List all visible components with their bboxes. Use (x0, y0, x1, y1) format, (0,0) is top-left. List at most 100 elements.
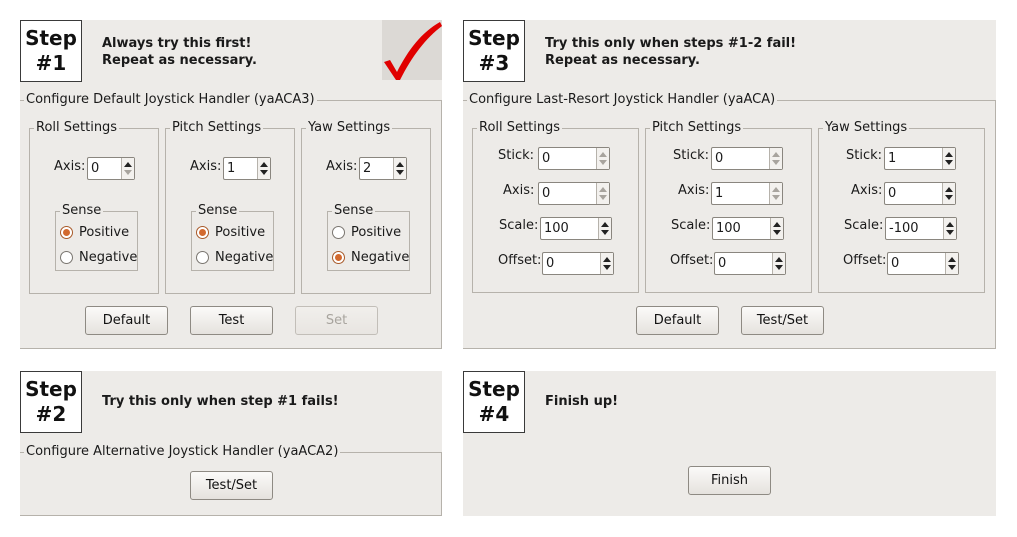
lr-yaw-axis-label: Axis: (851, 183, 883, 198)
lr-testset-button[interactable]: Test/Set (741, 306, 824, 335)
lr-yaw-scale-label: Scale: (844, 218, 884, 233)
roll-axis-spinner[interactable]: 0 (87, 157, 135, 180)
radio-unselected-icon[interactable] (196, 251, 209, 264)
lr-roll-axis-spinner[interactable]: 0 (538, 182, 610, 205)
spinner-arrows[interactable] (945, 253, 958, 274)
lr-default-button[interactable]: Default (636, 306, 719, 335)
pitch-axis-spinner[interactable]: 1 (223, 157, 271, 180)
spin-up-icon[interactable] (601, 222, 609, 227)
pitch-axis-value: 1 (227, 161, 236, 176)
yaw-negative-label: Negative (351, 250, 410, 265)
lr-roll-stick-spinner[interactable]: 0 (538, 147, 610, 170)
spin-up-icon[interactable] (773, 222, 781, 227)
spinner-arrows[interactable] (600, 253, 613, 274)
spin-up-icon[interactable] (946, 222, 954, 227)
spin-down-icon[interactable] (601, 230, 609, 235)
spin-down-icon (772, 195, 780, 200)
spinner-arrows[interactable] (121, 158, 134, 179)
lr-yaw-offset-value: 0 (891, 256, 900, 271)
spinner-arrows[interactable] (942, 148, 955, 169)
last-resort-handler-title: Configure Last-Resort Joystick Handler (… (467, 92, 778, 108)
spin-up-icon[interactable] (775, 257, 783, 262)
step4-label: Step (468, 377, 520, 401)
spin-down-icon[interactable] (775, 265, 783, 270)
spin-up-icon[interactable] (260, 162, 268, 167)
spinner-arrows[interactable] (393, 158, 406, 179)
spinner-arrows[interactable] (770, 218, 783, 239)
yaw-axis-spinner[interactable]: 2 (359, 157, 407, 180)
lr-pitch-stick-spinner[interactable]: 0 (711, 147, 783, 170)
step3-badge: Step #3 (463, 20, 525, 82)
default-button[interactable]: Default (85, 306, 168, 335)
spinner-arrows[interactable] (257, 158, 270, 179)
checkmark-icon (382, 20, 442, 80)
roll-sense-title: Sense (60, 203, 104, 219)
spinner-arrows[interactable] (596, 148, 609, 169)
lr-roll-settings-title: Roll Settings (477, 120, 563, 136)
spinner-arrows[interactable] (772, 253, 785, 274)
spin-up-icon[interactable] (945, 187, 953, 192)
spin-down-icon[interactable] (773, 230, 781, 235)
test-button[interactable]: Test (190, 306, 273, 335)
lr-pitch-settings-title: Pitch Settings (650, 120, 744, 136)
spin-down-icon[interactable] (945, 160, 953, 165)
spin-down-icon[interactable] (260, 170, 268, 175)
spin-down-icon[interactable] (948, 265, 956, 270)
step3-msg-line1: Try this only when steps #1-2 fail! (545, 36, 797, 51)
step1-msg-line1: Always try this first! (102, 36, 252, 51)
lr-pitch-axis-spinner[interactable]: 1 (711, 182, 783, 205)
radio-selected-icon[interactable] (196, 226, 209, 239)
lr-pitch-axis-value: 1 (715, 186, 724, 201)
roll-negative-label: Negative (79, 250, 138, 265)
spin-down-icon[interactable] (603, 265, 611, 270)
spinner-arrows[interactable] (943, 218, 956, 239)
lr-roll-offset-spinner[interactable]: 0 (542, 252, 614, 275)
step1-panel: Step #1 Always try this first! Repeat as… (20, 20, 442, 349)
pitch-positive-label: Positive (215, 225, 266, 240)
finish-button[interactable]: Finish (688, 466, 771, 495)
lr-pitch-scale-spinner[interactable]: 100 (712, 217, 784, 240)
pitch-axis-label: Axis: (190, 159, 222, 174)
step2-msg-line1: Try this only when step #1 fails! (102, 394, 339, 409)
step2-badge: Step #2 (20, 371, 82, 433)
alt-testset-button[interactable]: Test/Set (190, 471, 273, 500)
spinner-arrows[interactable] (769, 148, 782, 169)
lr-yaw-offset-spinner[interactable]: 0 (887, 252, 959, 275)
spin-down-icon[interactable] (396, 170, 404, 175)
lr-roll-scale-spinner[interactable]: 100 (540, 217, 612, 240)
spin-up-icon (599, 152, 607, 157)
lr-yaw-scale-spinner[interactable]: -100 (885, 217, 957, 240)
spin-up-icon[interactable] (948, 257, 956, 262)
spin-down-icon[interactable] (946, 230, 954, 235)
radio-unselected-icon[interactable] (332, 226, 345, 239)
lr-roll-settings-group: Roll Settings Stick: 0 Axis: 0 Scale: 10… (472, 120, 639, 293)
spinner-arrows[interactable] (942, 183, 955, 204)
spin-down-icon (124, 170, 132, 175)
pitch-settings-group: Pitch Settings Axis: 1 Sense Positive Ne… (165, 120, 295, 294)
step3-msg-line2: Repeat as necessary. (545, 53, 700, 68)
lr-yaw-stick-spinner[interactable]: 1 (884, 147, 956, 170)
lr-pitch-offset-spinner[interactable]: 0 (714, 252, 786, 275)
yaw-axis-value: 2 (363, 161, 372, 176)
spinner-arrows[interactable] (598, 218, 611, 239)
lr-yaw-axis-spinner[interactable]: 0 (884, 182, 956, 205)
yaw-sense-group: Sense Positive Negative (327, 203, 410, 271)
spin-up-icon[interactable] (603, 257, 611, 262)
lr-pitch-stick-value: 0 (715, 151, 724, 166)
radio-selected-icon[interactable] (332, 251, 345, 264)
spin-up-icon[interactable] (945, 152, 953, 157)
lr-yaw-stick-label: Stick: (846, 148, 883, 163)
spinner-arrows[interactable] (769, 183, 782, 204)
spin-up-icon[interactable] (124, 162, 132, 167)
radio-unselected-icon[interactable] (60, 251, 73, 264)
roll-settings-title: Roll Settings (34, 120, 120, 136)
step2-panel: Step #2 Try this only when step #1 fails… (20, 371, 442, 516)
step2-number: #2 (35, 402, 67, 426)
yaw-settings-group: Yaw Settings Axis: 2 Sense Positive Nega… (301, 120, 431, 294)
lr-yaw-axis-value: 0 (888, 186, 897, 201)
radio-selected-icon[interactable] (60, 226, 73, 239)
spin-down-icon[interactable] (945, 195, 953, 200)
lr-pitch-offset-label: Offset: (670, 253, 714, 268)
spinner-arrows[interactable] (596, 183, 609, 204)
spin-up-icon[interactable] (396, 162, 404, 167)
